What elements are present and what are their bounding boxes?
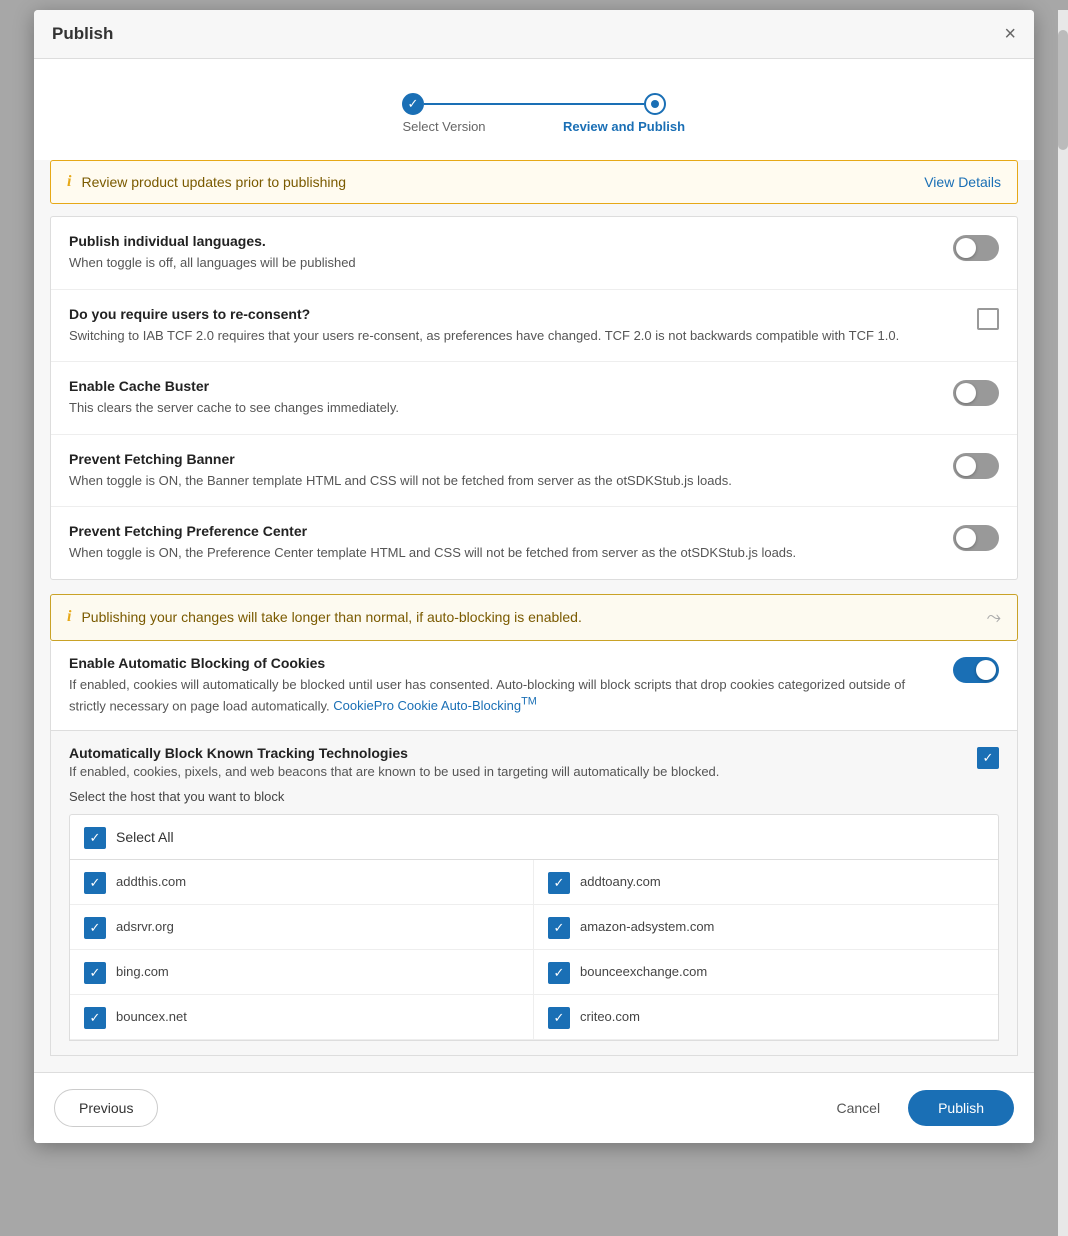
setting-desc-1: When toggle is off, all languages will b… [69,253,923,273]
checkbox-host-4[interactable]: ✓ [84,962,106,984]
setting-title-4: Prevent Fetching Banner [69,451,923,467]
setting-title-2: Do you require users to re-consent? [69,306,947,322]
auto-block-section: Enable Automatic Blocking of Cookies If … [50,641,1018,731]
toggle-3[interactable] [953,380,999,406]
setting-desc-5: When toggle is ON, the Preference Center… [69,543,923,563]
step-1: ✓ [402,93,424,115]
modal-overlay: Publish × ✓ Select Version [0,0,1068,1236]
setting-row-5: Prevent Fetching Preference Center When … [51,507,1017,579]
checkbox-host-0[interactable]: ✓ [84,872,106,894]
checkbox-host-5[interactable]: ✓ [548,962,570,984]
info-icon-2: i [67,608,71,626]
alert-text-1: Review product updates prior to publishi… [81,174,346,190]
toggle-auto-block[interactable] [953,657,999,683]
setting-title-3: Enable Cache Buster [69,378,923,394]
host-label-4: bing.com [116,964,169,979]
checkbox-reconsent[interactable] [977,308,999,330]
auto-block-desc: If enabled, cookies will automatically b… [69,675,933,716]
checkbox-host-2[interactable]: ✓ [84,917,106,939]
modal-header: Publish × [34,10,1034,59]
publish-modal: Publish × ✓ Select Version [34,10,1034,1143]
alert-text-2: Publishing your changes will take longer… [81,609,581,625]
checkbox-host-1[interactable]: ✓ [548,872,570,894]
host-item: ✓ addtoany.com [534,860,998,905]
checkbox-select-all[interactable]: ✓ [84,827,106,849]
host-label-2: adsrvr.org [116,919,174,934]
checkbox-track-tech[interactable]: ✓ [977,747,999,769]
host-label-0: addthis.com [116,874,186,889]
setting-title-1: Publish individual languages. [69,233,923,249]
setting-title-5: Prevent Fetching Preference Center [69,523,923,539]
sub-section-desc: If enabled, cookies, pixels, and web bea… [69,764,719,779]
setting-desc-4: When toggle is ON, the Banner template H… [69,471,923,491]
sub-section-title: Automatically Block Known Tracking Techn… [69,745,719,761]
view-details-link[interactable]: View Details [924,174,1001,190]
host-label-1: addtoany.com [580,874,661,889]
select-all-label: Select All [116,829,174,845]
step-1-circle: ✓ [402,93,424,115]
host-label-3: amazon-adsystem.com [580,919,714,934]
modal-body: i Review product updates prior to publis… [34,160,1034,1072]
stepper: ✓ [34,75,1034,119]
host-item: ✓ bounceexchange.com [534,950,998,995]
host-item: ✓ bing.com [70,950,534,995]
stepper-labels: Select Version Review and Publish [34,119,1034,148]
settings-list: Publish individual languages. When toggl… [50,216,1018,580]
host-item: ✓ amazon-adsystem.com [534,905,998,950]
setting-row-3: Enable Cache Buster This clears the serv… [51,362,1017,435]
host-label-7: criteo.com [580,1009,640,1024]
host-select-label: Select the host that you want to block [69,789,999,804]
step-connector [424,103,644,105]
setting-row-2: Do you require users to re-consent? Swit… [51,290,1017,363]
setting-desc-2: Switching to IAB TCF 2.0 requires that y… [69,326,947,346]
step-2-label: Review and Publish [534,119,714,134]
host-label-5: bounceexchange.com [580,964,707,979]
sub-section: Automatically Block Known Tracking Techn… [50,731,1018,1056]
previous-button[interactable]: Previous [54,1089,158,1127]
publish-button[interactable]: Publish [908,1090,1014,1126]
host-label-6: bouncex.net [116,1009,187,1024]
close-button[interactable]: × [1004,24,1016,44]
scrollbar-thumb[interactable] [1058,30,1068,150]
step-1-label: Select Version [354,119,534,134]
checkbox-host-7[interactable]: ✓ [548,1007,570,1029]
scrollbar-track [1058,10,1068,1236]
checkbox-host-6[interactable]: ✓ [84,1007,106,1029]
alert-banner-2: i Publishing your changes will take long… [50,594,1018,641]
info-icon-1: i [67,173,71,191]
step-2 [644,93,666,115]
checkbox-host-3[interactable]: ✓ [548,917,570,939]
host-item: ✓ bouncex.net [70,995,534,1040]
toggle-5[interactable] [953,525,999,551]
setting-row-4: Prevent Fetching Banner When toggle is O… [51,435,1017,508]
cookie-pro-link[interactable]: CookiePro Cookie Auto-BlockingTM [333,698,537,713]
toggle-4[interactable] [953,453,999,479]
host-select-all-row: ✓ Select All [69,814,999,860]
host-item: ✓ criteo.com [534,995,998,1040]
alert-banner-1: i Review product updates prior to publis… [50,160,1018,204]
modal-title: Publish [52,24,113,44]
host-item: ✓ adsrvr.org [70,905,534,950]
setting-desc-3: This clears the server cache to see chan… [69,398,923,418]
modal-footer: Previous Cancel Publish [34,1072,1034,1143]
host-item: ✓ addthis.com [70,860,534,905]
cancel-button[interactable]: Cancel [822,1090,894,1126]
toggle-1[interactable] [953,235,999,261]
setting-row-1: Publish individual languages. When toggl… [51,217,1017,290]
step-2-circle [644,93,666,115]
auto-block-title: Enable Automatic Blocking of Cookies [69,655,933,671]
host-grid: ✓ addthis.com ✓ addtoany.com ✓ adsrvr.or… [69,860,999,1041]
cursor-icon: ⤳ [987,607,1001,628]
